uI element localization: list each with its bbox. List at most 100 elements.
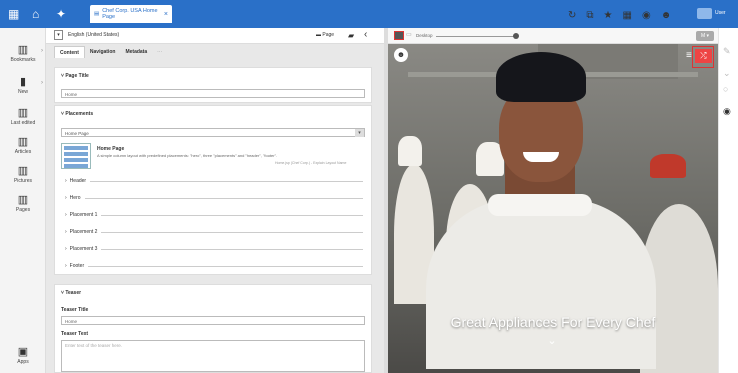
- fit-screen-icon[interactable]: [394, 31, 404, 40]
- placement-label: Placement 2: [69, 229, 98, 235]
- chevron-down-icon[interactable]: ⌄: [545, 336, 559, 347]
- chef-collar: [488, 194, 592, 216]
- layout-select-value: Home Page: [65, 131, 89, 136]
- editor-toolbar: ▾ English (United States) ▬ Page ▰ ‹ ›: [46, 28, 399, 44]
- device-menu-button[interactable]: M ▾: [696, 31, 714, 41]
- placement-row-3[interactable]: › Placement 3: [65, 244, 363, 254]
- heading-text: Page Title: [65, 73, 89, 79]
- pages-icon: ▥: [17, 194, 29, 206]
- star-icon[interactable]: ★: [604, 10, 613, 21]
- chevron-down-icon[interactable]: ⌄: [723, 68, 731, 79]
- zoom-slider[interactable]: [436, 36, 516, 37]
- new-icon: ▮: [19, 76, 27, 88]
- preview-actions: ↻ ⧉ ★ ▦ ◉ ☻: [568, 2, 718, 28]
- home-icon[interactable]: ⌂: [32, 7, 39, 21]
- open-external-icon[interactable]: ⧉: [586, 10, 593, 21]
- sidebar-item-label: Apps: [17, 359, 29, 365]
- grid-icon[interactable]: ▦: [8, 7, 19, 21]
- shuffle-icon[interactable]: ⤮: [695, 49, 712, 63]
- chevron-down-icon[interactable]: ▾: [355, 129, 364, 137]
- globe-icon[interactable]: ◉: [723, 106, 731, 117]
- placement-row-hero[interactable]: › Hero: [65, 193, 363, 203]
- placement-row-1[interactable]: › Placement 1: [65, 210, 363, 220]
- layout-select[interactable]: Home Page ▾: [61, 128, 365, 137]
- chef-hat: [398, 136, 422, 166]
- red-cap: [650, 154, 686, 178]
- chef-cap: [496, 52, 586, 102]
- sidebar-item-apps[interactable]: ▣ Apps: [0, 346, 46, 365]
- sidebar-item-label: Bookmarks: [10, 57, 36, 63]
- language-selector[interactable]: English (United States): [68, 32, 119, 38]
- settings-icon[interactable]: ✦: [56, 7, 66, 21]
- sidebar-item-label: Pages: [15, 207, 31, 213]
- placement-label: Hero: [69, 195, 81, 201]
- placement-row-footer[interactable]: › Footer: [65, 261, 363, 271]
- zoom-slider-handle[interactable]: [513, 33, 519, 39]
- page-button-label: Page: [322, 32, 335, 38]
- circle-icon[interactable]: ○: [723, 84, 728, 94]
- placements-panel: ˅ Placements Home Page ▾ Home Page A sim…: [54, 105, 372, 275]
- placement-row-header[interactable]: › Header: [65, 176, 363, 186]
- teaser-heading[interactable]: ˅ Teaser: [61, 290, 81, 296]
- teaser-panel: ˅ Teaser Teaser Title Home Teaser Text E…: [54, 284, 372, 373]
- heading-text: Teaser: [65, 290, 82, 296]
- sidebar-item-label: Pictures: [13, 178, 33, 184]
- hero-title: Great Appliances For Every Chef: [450, 314, 656, 330]
- sidebar-item-pictures[interactable]: ▥ Pictures: [0, 165, 46, 184]
- placement-row-2[interactable]: › Placement 2: [65, 227, 363, 237]
- page-title-input[interactable]: Home: [61, 89, 365, 98]
- teaser-text-input[interactable]: Enter text of the teaser here.: [61, 340, 365, 372]
- divider: [88, 265, 363, 267]
- layout-meta: Home.jsp (Chef Corp.) - Explain Layout N…: [275, 161, 347, 165]
- sidebar-item-pages[interactable]: ▥ Pages: [0, 194, 46, 213]
- close-icon[interactable]: ×: [164, 11, 168, 18]
- last-edited-icon: ▥: [17, 107, 29, 119]
- sidebar: ▥ Bookmarks › ▮ New › ▥ Last edited ▥ Ar…: [0, 28, 46, 373]
- sidebar-item-new[interactable]: ▮ New ›: [0, 76, 46, 95]
- placement-label: Footer: [69, 263, 85, 269]
- edit-icon[interactable]: ✎: [723, 46, 731, 57]
- teaser-title-input[interactable]: Home: [61, 316, 365, 325]
- preview-toolbar: ▭ Desktop M ▾: [388, 28, 718, 44]
- device-label: Desktop: [416, 33, 433, 38]
- back-icon[interactable]: ‹: [364, 29, 367, 40]
- chef-jacket: [426, 199, 656, 369]
- sidebar-item-label: New: [17, 89, 28, 95]
- layout-icon[interactable]: ▦: [623, 10, 632, 21]
- apps-icon: ▣: [17, 346, 29, 358]
- hero-image: ☻ ≡ ⤮ Great Appliances For Every Chef ⌄: [388, 44, 718, 373]
- comment-icon[interactable]: ▰: [348, 31, 354, 40]
- heading-text: Placements: [65, 111, 94, 117]
- chef-logo-icon[interactable]: ☻: [394, 48, 408, 62]
- chef-smile: [523, 152, 559, 162]
- editor-pane: Content Navigation Metadata ··· ˅ Page T…: [46, 44, 384, 373]
- menu-icon[interactable]: ≡: [686, 50, 692, 61]
- tab-more[interactable]: ···: [152, 46, 167, 58]
- articles-icon: ▥: [17, 136, 29, 148]
- divider: [90, 180, 363, 182]
- language-icon[interactable]: ▾: [54, 30, 63, 40]
- layout-title: Home Page: [97, 146, 125, 152]
- tab-content[interactable]: Content: [54, 46, 85, 58]
- tab-home-page[interactable]: ▤ Chef Corp. USA Home Page ×: [90, 5, 172, 23]
- preview-pane: ▭ Desktop M ▾ ↻ ⧉ ★ ▦ ◉ ☻ ☻ ≡ ⤮ Great Ap…: [388, 10, 718, 373]
- person-icon[interactable]: ☻: [661, 10, 672, 21]
- editor-tabs: Content Navigation Metadata ···: [54, 46, 167, 58]
- sidebar-item-bookmarks[interactable]: ▥ Bookmarks ›: [0, 44, 46, 63]
- sidebar-item-last-edited[interactable]: ▥ Last edited: [0, 107, 46, 126]
- placements-heading[interactable]: ˅ Placements: [61, 111, 93, 117]
- teaser-title-label: Teaser Title: [61, 307, 89, 313]
- divider: [101, 231, 363, 233]
- page-button[interactable]: ▬ Page: [316, 32, 334, 38]
- page-icon: ▤: [94, 11, 100, 17]
- globe-icon[interactable]: ◉: [642, 10, 651, 21]
- chevron-right-icon: ›: [41, 80, 43, 86]
- divider: [101, 248, 363, 250]
- page-title-heading[interactable]: ˅ Page Title: [61, 73, 89, 79]
- reload-icon[interactable]: ↻: [568, 10, 576, 21]
- tab-navigation[interactable]: Navigation: [85, 46, 121, 58]
- chevron-right-icon: ›: [41, 48, 43, 54]
- sidebar-item-articles[interactable]: ▥ Articles: [0, 136, 46, 155]
- device-menu-label: M: [700, 33, 706, 39]
- tab-metadata[interactable]: Metadata: [120, 46, 152, 58]
